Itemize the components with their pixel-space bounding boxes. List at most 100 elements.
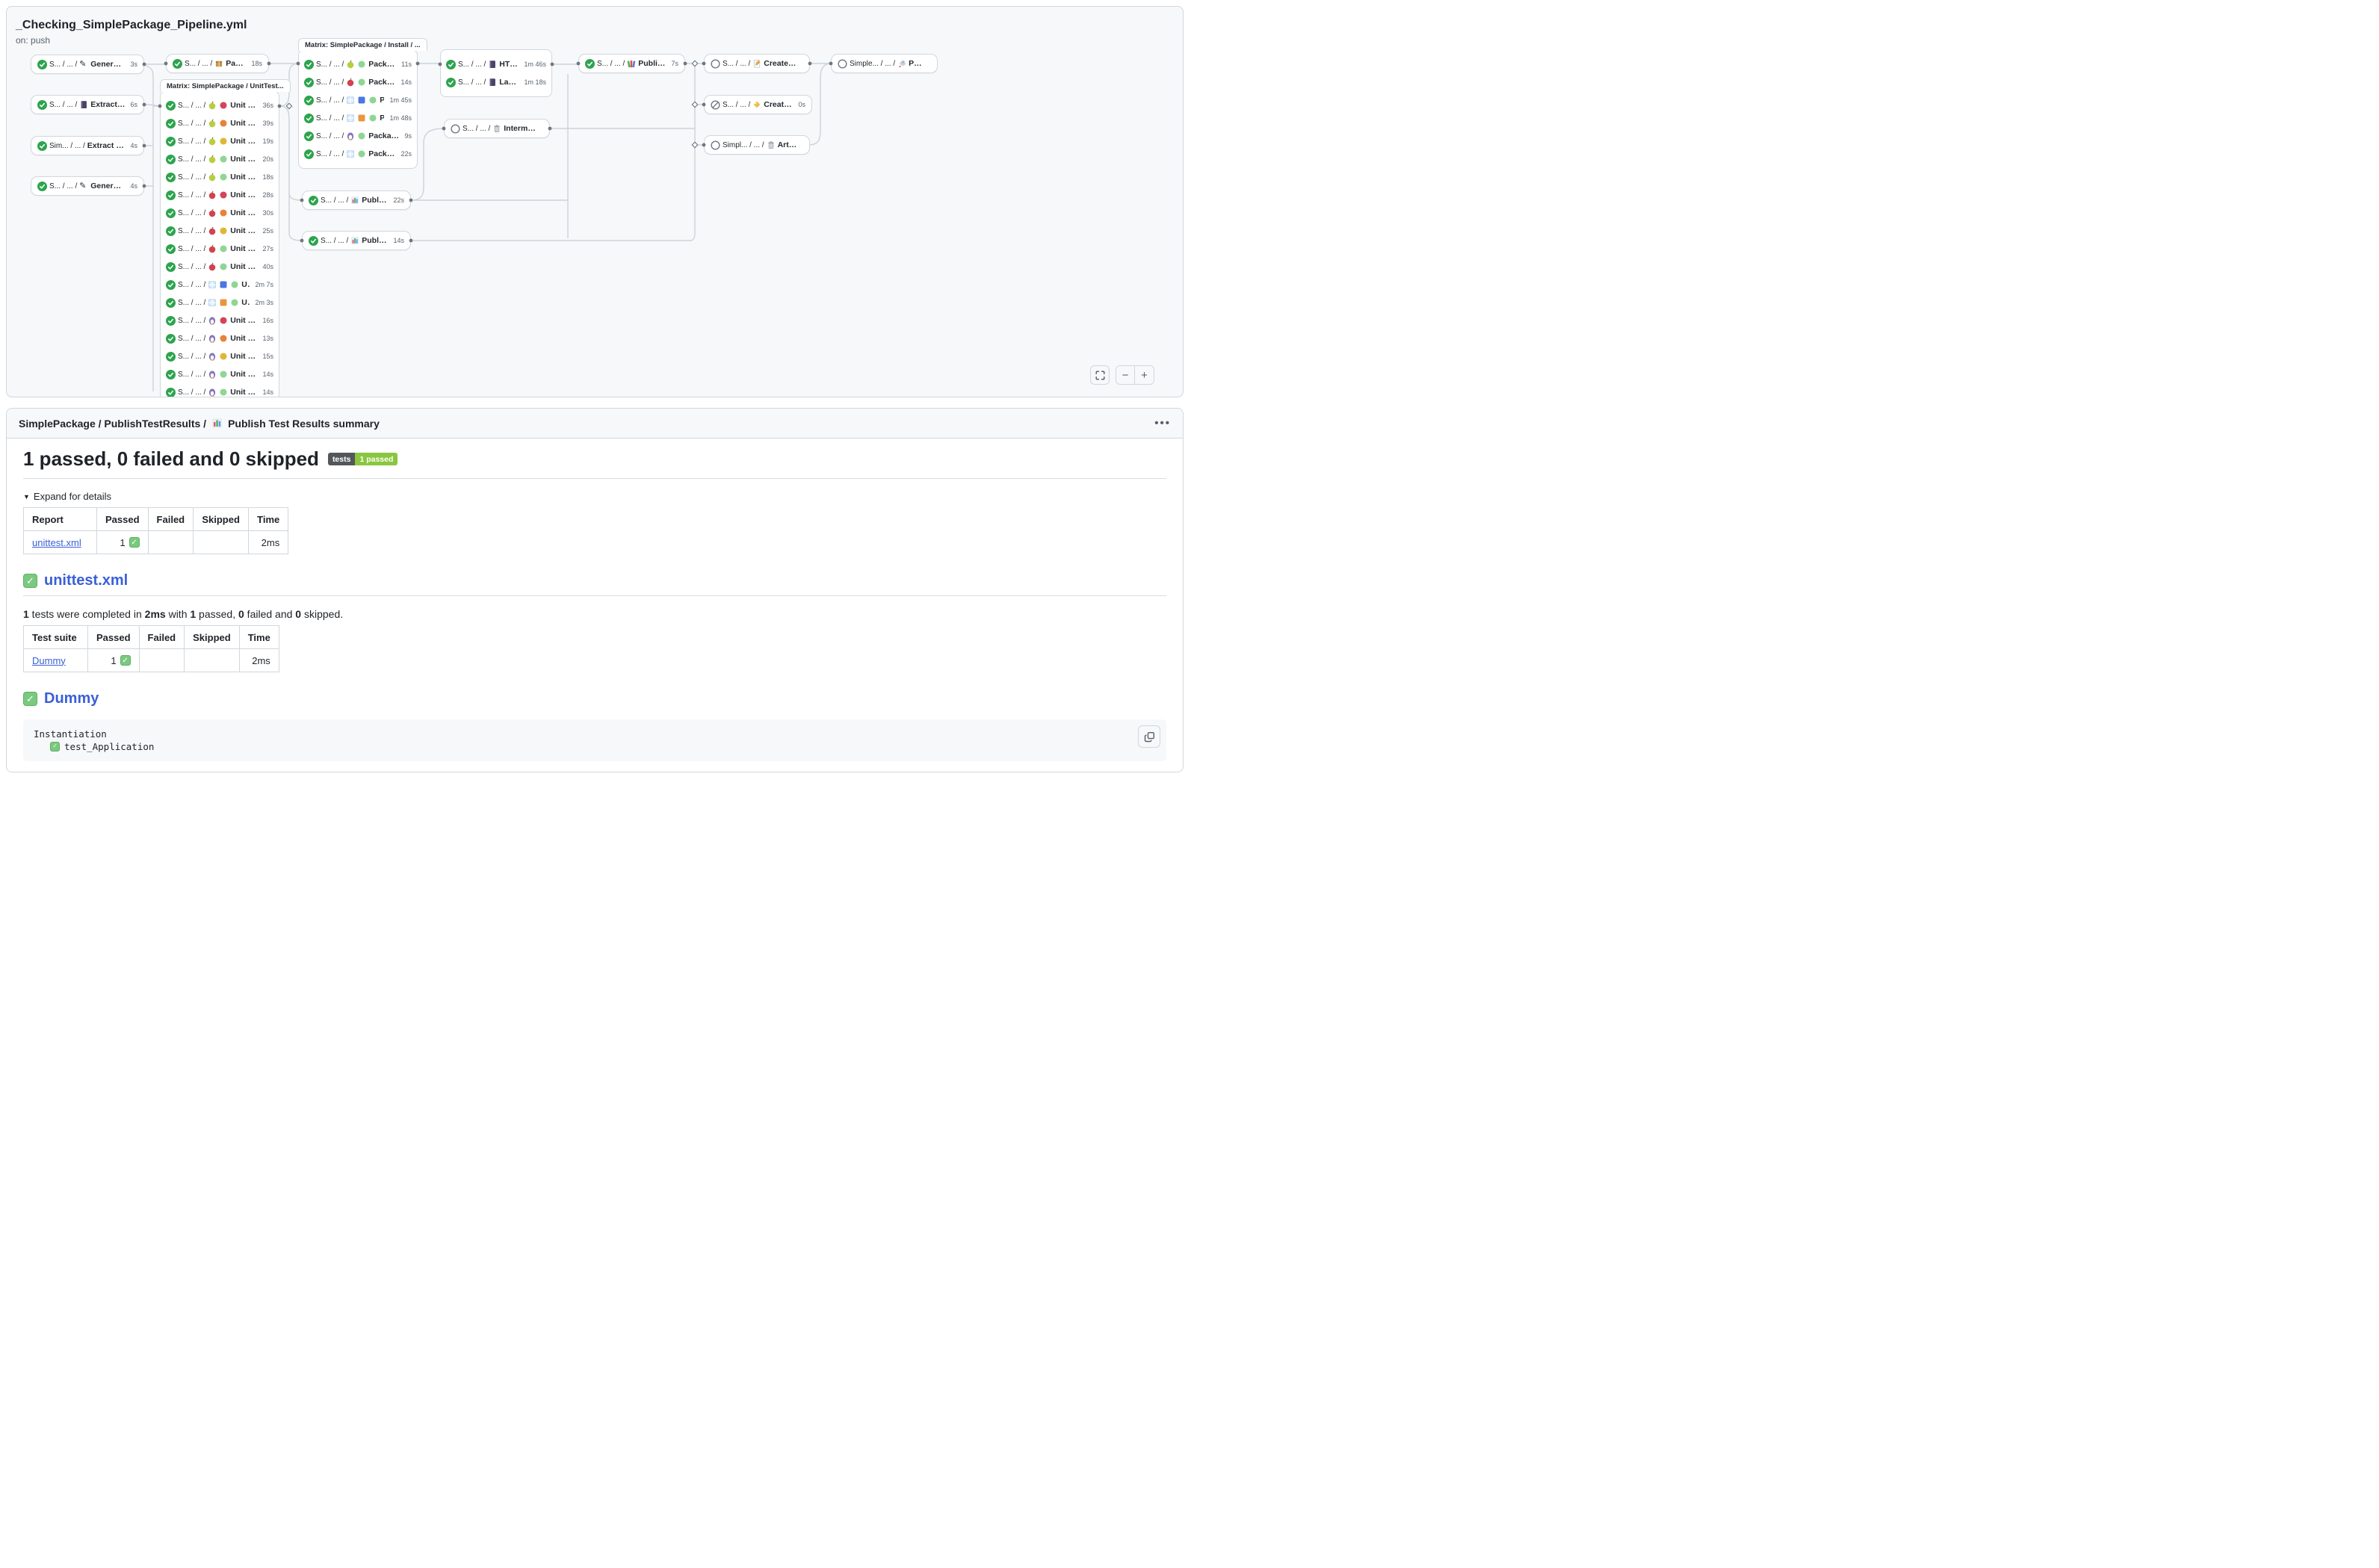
success-status-icon <box>166 370 176 379</box>
job-duration: 11s <box>398 61 412 68</box>
window-icon <box>346 149 355 158</box>
success-status-icon <box>309 236 318 246</box>
window-icon <box>346 114 355 123</box>
job-node[interactable]: S... / ... /Unit Tests - ...39s <box>161 114 279 132</box>
job-node[interactable]: S... / ... /Unit Tests - ...18s <box>161 168 279 186</box>
job-node[interactable]: S... / ... /Unit Tests - ...16s <box>161 312 279 329</box>
job-label: Publish to GH-P... <box>638 59 666 68</box>
success-status-icon <box>304 131 314 141</box>
job-prefix: Simple... / ... / <box>850 60 895 68</box>
dot-green-icon <box>230 298 239 307</box>
job-node[interactable]: S... / ... /Create tag '${{ in...0s <box>704 95 812 114</box>
success-status-icon <box>166 352 176 362</box>
zoom-in-button[interactable]: + <box>1135 366 1154 384</box>
tag-icon <box>752 100 761 109</box>
job-duration: 14s <box>259 388 273 396</box>
check-icon: ✓ <box>23 692 37 706</box>
success-status-icon <box>304 78 314 87</box>
copy-button[interactable] <box>1138 725 1160 748</box>
job-prefix: S... / ... / <box>178 299 205 307</box>
job-node[interactable]: S... / ... /Unit Tests - ...25s <box>161 222 279 240</box>
job-duration: 14s <box>397 78 412 86</box>
job-node[interactable]: S... / ... /Publish Code C...22s <box>302 190 411 210</box>
job-node[interactable]: S... / ... /Unit Tests - ...13s <box>161 329 279 347</box>
job-label: Unit Tests - ... <box>230 208 257 217</box>
job-label: Packa... <box>380 96 384 105</box>
job-prefix: S... / ... / <box>458 61 486 69</box>
job-node[interactable]: S... / ... /Intermediate Artifa... <box>444 119 550 138</box>
success-status-icon <box>304 60 314 69</box>
dot-green-icon <box>357 149 366 158</box>
job-node[interactable]: S... / ... /Unit Tests - ...30s <box>161 204 279 222</box>
window-icon <box>208 280 217 289</box>
dot-green-icon <box>230 280 239 289</box>
job-node[interactable]: S... / ... /Unit Tests - ...28s <box>161 186 279 204</box>
job-duration: 1m 46s <box>521 61 546 68</box>
job-node[interactable]: S... / ... /Package ins...22s <box>299 145 417 163</box>
report-link[interactable]: unittest.xml <box>32 537 81 548</box>
job-prefix: S... / ... / <box>321 237 348 245</box>
suite-table: Test suite Passed Failed Skipped Time Du… <box>23 625 279 672</box>
job-node[interactable]: S... / ... /✎Generate pipelin...3s <box>31 55 144 74</box>
job-duration: 30s <box>259 209 273 217</box>
job-node[interactable]: S... / ... /Unit Tests - ...14s <box>161 365 279 383</box>
dot-green-icon <box>368 96 377 105</box>
job-prefix: S... / ... / <box>178 102 205 110</box>
job-node[interactable]: S... / ... /Unit Tests - ...20s <box>161 150 279 168</box>
success-status-icon <box>166 137 176 146</box>
zoom-out-button[interactable]: − <box>1116 366 1135 384</box>
check-icon: ✓ <box>120 655 131 666</box>
job-node[interactable]: S... / ... /Unit T...2m 3s <box>161 294 279 312</box>
job-node[interactable]: S... / ... /Unit Tests - ...19s <box>161 132 279 150</box>
job-node[interactable]: S... / ... /Unit Tests - ...27s <box>161 240 279 258</box>
success-status-icon <box>166 262 176 272</box>
job-node[interactable]: S... / ... /Publish to GH-P...7s <box>578 54 685 73</box>
job-node[interactable]: S... / ... /Package ins...14s <box>299 73 417 91</box>
job-node[interactable]: S... / ... /Packa...1m 45s <box>299 91 417 109</box>
job-prefix: S... / ... / <box>316 132 344 140</box>
job-node[interactable]: Simple... / ... /Publish to PyPI <box>831 54 938 73</box>
job-node[interactable]: Simpl... / ... /Artifact Cleanup <box>704 135 810 155</box>
code-line: ✓test_Application <box>34 740 1156 753</box>
success-status-icon <box>166 298 176 308</box>
job-node[interactable]: S... / ... /Extract configur...6s <box>31 95 144 114</box>
job-node[interactable]: S... / ... /Unit Tests - ...40s <box>161 258 279 276</box>
suite-link[interactable]: Dummy <box>32 655 66 666</box>
job-node[interactable]: S... / ... /✎Generate pipelin...4s <box>31 176 144 196</box>
job-node[interactable]: S... / ... /Unit Tests - ...15s <box>161 347 279 365</box>
job-node[interactable]: S... / ... /Packa...1m 48s <box>299 109 417 127</box>
dot-green-icon <box>357 60 366 69</box>
job-prefix: Sim... / ... / <box>49 142 85 150</box>
dot-orange-icon <box>219 334 228 343</box>
sq-blue-icon <box>219 280 228 289</box>
job-duration: 0s <box>795 101 805 108</box>
job-node[interactable]: S... / ... /Unit Tests - ...14s <box>161 383 279 397</box>
file-section-heading[interactable]: ✓ unittest.xml <box>23 572 1166 596</box>
suite-section-heading[interactable]: ✓ Dummy <box>23 690 1166 707</box>
job-node[interactable]: S... / ... /Package in Sou...18s <box>166 54 269 73</box>
job-node[interactable]: S... / ... /Unit Tests - ...36s <box>161 96 279 114</box>
job-label: Unit Tests - ... <box>230 101 257 110</box>
job-node[interactable]: S... / ... /LaTeX Docu...1m 18s <box>441 73 551 91</box>
job-prefix: S... / ... / <box>316 61 344 69</box>
trash-icon <box>492 124 501 133</box>
dot-green-icon <box>219 155 228 164</box>
job-prefix: S... / ... / <box>597 60 625 68</box>
job-node[interactable]: S... / ... /Create or Update R... <box>704 54 810 73</box>
success-status-icon <box>304 114 314 123</box>
skipped-status-icon <box>711 100 720 110</box>
job-node[interactable]: S... / ... /Publish Test Re...14s <box>302 231 411 250</box>
job-node[interactable]: S... / ... /Package ins...11s <box>299 55 417 73</box>
job-prefix: S... / ... / <box>178 353 205 361</box>
job-node[interactable]: Sim... / ... /Extract Information4s <box>31 136 144 155</box>
job-duration: 14s <box>390 237 404 244</box>
job-node[interactable]: S... / ... /Unit T...2m 7s <box>161 276 279 294</box>
job-node[interactable]: S... / ... /Package inst...9s <box>299 127 417 145</box>
expand-details-toggle[interactable]: ▼ Expand for details <box>23 491 1166 502</box>
apple-green-icon <box>208 155 217 164</box>
job-node[interactable]: S... / ... /HTML Docu...1m 46s <box>441 55 551 73</box>
job-prefix: Simpl... / ... / <box>723 141 764 149</box>
kebab-menu-button[interactable]: ••• <box>1154 417 1171 430</box>
fullscreen-button[interactable] <box>1090 365 1110 385</box>
job-label: Extract configur... <box>90 100 125 109</box>
